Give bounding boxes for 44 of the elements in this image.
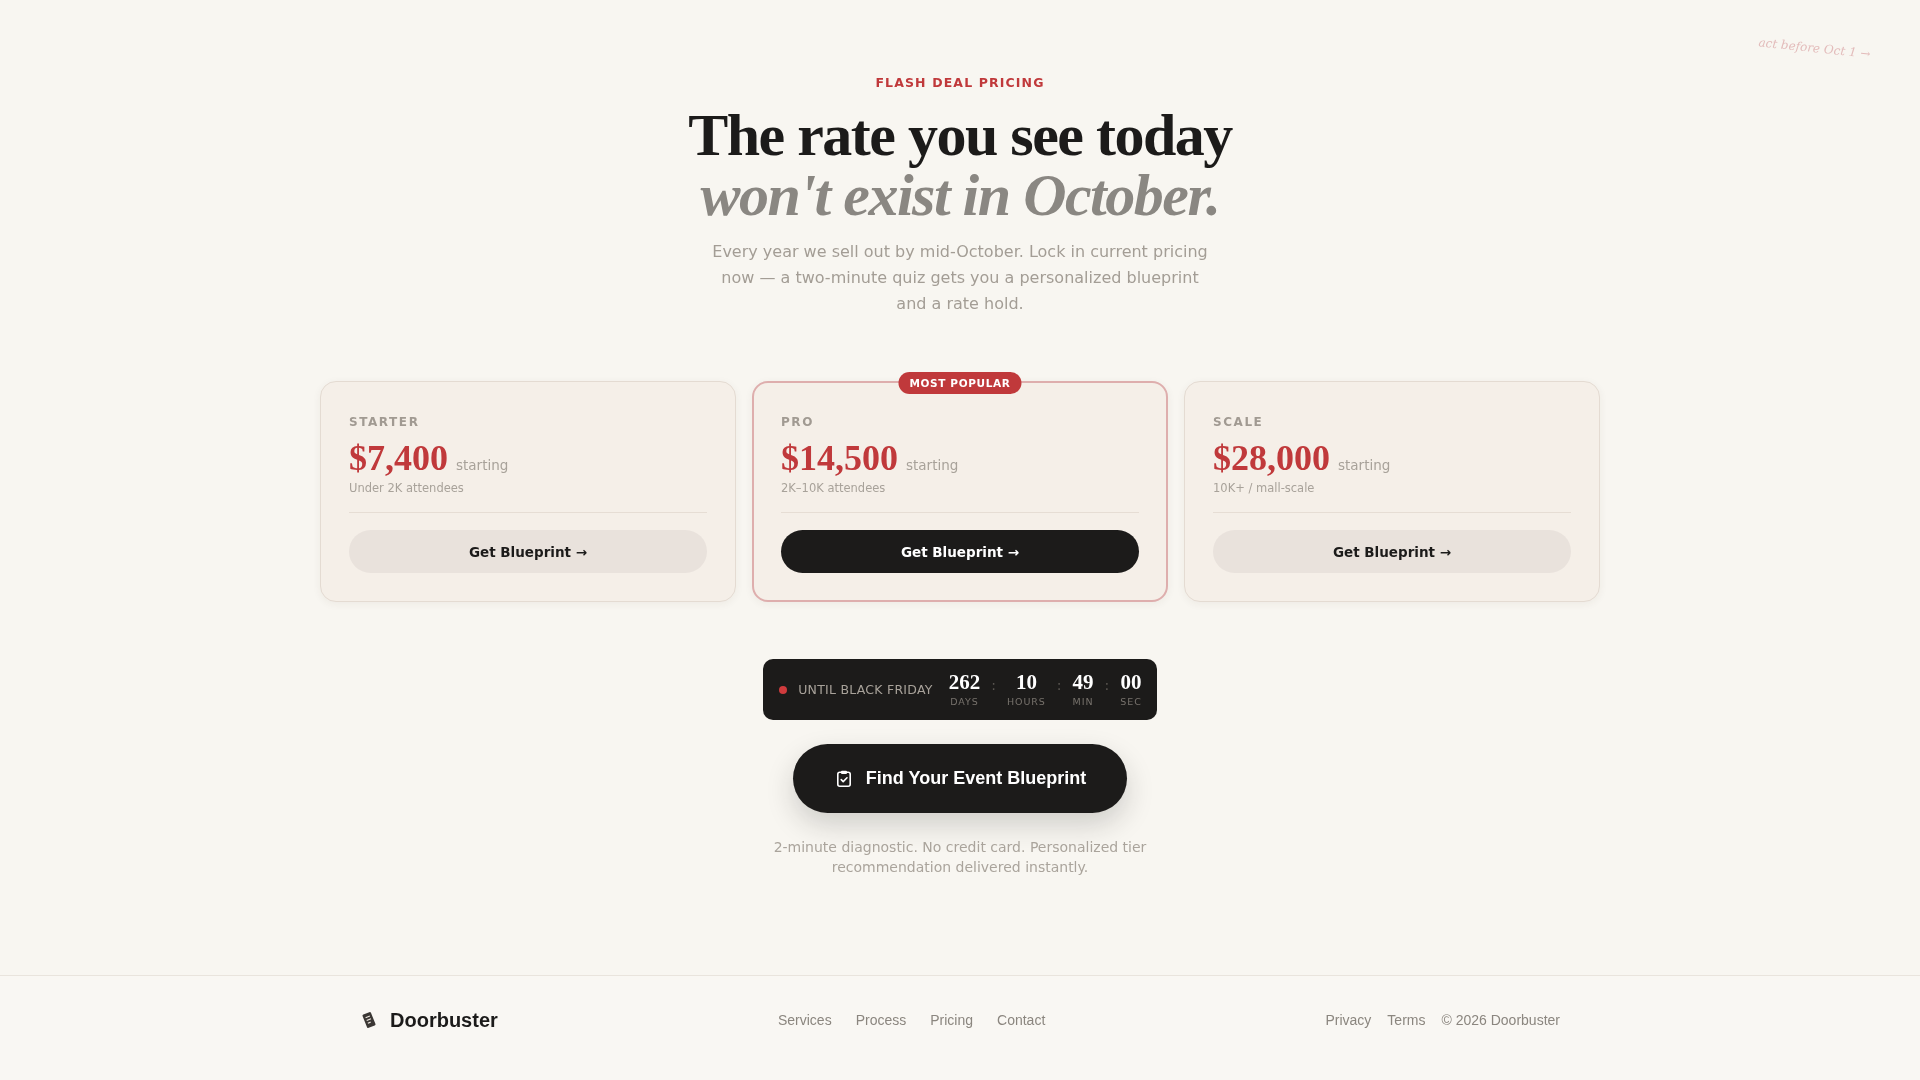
audience-text: 2K–10K attendees: [781, 480, 886, 496]
countdown-value: 10: [1015, 671, 1037, 693]
audience-text: 10K+ / mall-scale: [1213, 480, 1315, 496]
cta-note: 2-minute diagnostic. No credit card. Personalized tier recommendation delivered instantly.: [772, 838, 1148, 877]
legal-link[interactable]: Privacy: [1325, 1012, 1372, 1028]
legal-link[interactable]: Terms: [1387, 1012, 1426, 1028]
countdown-unit-label: SEC: [1120, 696, 1142, 708]
countdown-unit-label: HOURS: [1006, 696, 1046, 708]
countdown-value: 00: [1120, 671, 1142, 693]
countdown-value: 262: [948, 671, 981, 693]
time-separator: :: [1056, 676, 1062, 695]
headline: The rate you see today won't exist in October.: [688, 105, 1232, 225]
plan-price: $14,500: [781, 438, 898, 478]
price-note: starting: [1338, 457, 1391, 473]
countdown-label: UNTIL BLACK FRIDAY: [798, 682, 933, 697]
plan-name: SCALE: [1213, 414, 1264, 430]
get-blueprint-button[interactable]: Get Blueprint →: [781, 530, 1139, 573]
handwritten-note: act before Oct 1 →: [1757, 34, 1871, 62]
description-text: Every year we sell out by mid-October. Lock in current pricing now — a two-minute quiz gets you a personalized blueprint and a rate hold.: [711, 241, 1209, 315]
clipboard-check-icon: [836, 770, 851, 787]
time-separator: :: [991, 676, 996, 695]
price-note: starting: [906, 457, 959, 473]
footer-nav-link[interactable]: Process: [855, 1012, 907, 1028]
plan-name: PRO: [781, 414, 814, 430]
footer-nav-link[interactable]: Pricing: [930, 1012, 974, 1028]
countdown-unit-label: MIN: [1072, 696, 1094, 708]
price-note: starting: [456, 457, 509, 473]
copyright-text: © 2026 Doorbuster: [1441, 1012, 1560, 1028]
get-blueprint-button[interactable]: Get Blueprint →: [349, 530, 707, 573]
footer-nav-link[interactable]: Services: [777, 1012, 832, 1028]
audience-text: Under 2K attendees: [349, 480, 464, 496]
time-separator: :: [1104, 676, 1110, 695]
popular-badge: MOST POPULAR: [898, 372, 1022, 394]
countdown-unit-label: DAYS: [950, 696, 979, 708]
plan-name: STARTER: [349, 414, 420, 430]
get-blueprint-button[interactable]: Get Blueprint →: [1213, 530, 1571, 573]
countdown-value: 49: [1072, 671, 1094, 693]
footer-nav-link[interactable]: Contact: [997, 1012, 1046, 1028]
plan-price: $7,400: [349, 438, 448, 478]
find-blueprint-button[interactable]: Find Your Event Blueprint: [792, 744, 1128, 813]
dot-icon: [779, 685, 788, 694]
brand-name: Doorbuster: [390, 1008, 498, 1032]
plan-price: $28,000: [1213, 438, 1330, 478]
eyebrow-label: FLASH DEAL PRICING: [875, 75, 1045, 91]
